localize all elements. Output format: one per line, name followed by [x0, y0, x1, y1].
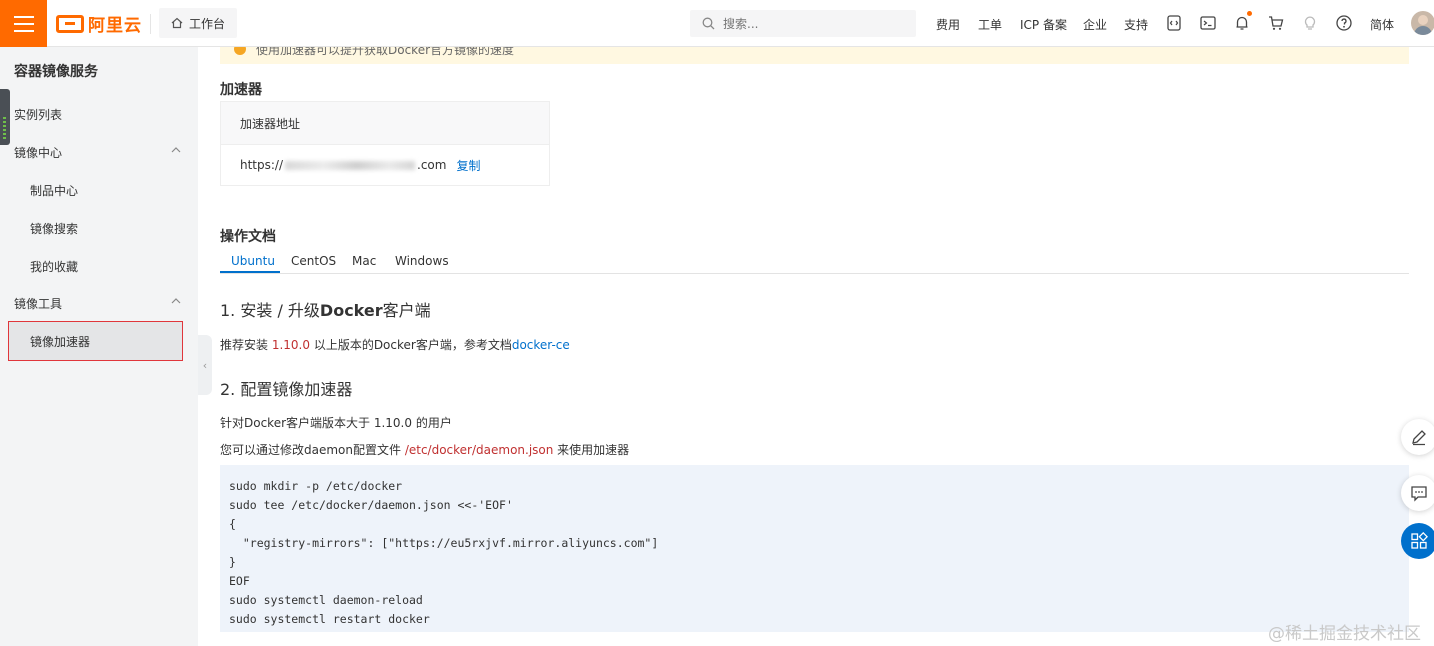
accelerator-address-header: 加速器地址	[240, 116, 301, 131]
notification-dot	[1247, 11, 1252, 16]
code-icon[interactable]	[1165, 14, 1183, 32]
step1-text-before: 推荐安装	[220, 338, 272, 352]
menu-line	[13, 29, 34, 32]
step1-text: 推荐安装 1.10.0 以上版本的Docker客户端，参考文档docker-ce	[220, 336, 570, 353]
chevron-up-icon[interactable]	[171, 296, 181, 306]
sidebar-title: 容器镜像服务	[14, 64, 98, 80]
code-line: sudo mkdir -p /etc/docker	[229, 479, 403, 493]
tab-windows[interactable]: Windows	[395, 254, 449, 268]
nav-enterprise[interactable]: 企业	[1083, 16, 1107, 33]
lightbulb-icon[interactable]	[1301, 14, 1319, 32]
step1-title-suffix: 客户端	[382, 301, 431, 320]
sidebar-item-artifacts[interactable]: 制品中心	[30, 182, 78, 199]
terminal-icon[interactable]	[1199, 14, 1217, 32]
logo-text: 阿里云	[88, 16, 142, 36]
step1-title-prefix: 1. 安装 / 升级	[220, 301, 320, 320]
step1-text-after: 以上版本的Docker客户端，参考文档	[310, 338, 512, 352]
docs-title: 操作文档	[220, 229, 276, 245]
side-panel-handle[interactable]	[0, 89, 10, 145]
hamburger-menu-button[interactable]	[0, 0, 47, 47]
daemon-json-path: /etc/docker/daemon.json	[404, 443, 554, 457]
cart-icon[interactable]	[1267, 14, 1285, 32]
nav-tickets[interactable]: 工单	[978, 16, 1002, 33]
top-bar: 阿里云 工作台 费用 工单 ICP 备案 企业 支持	[0, 0, 1434, 47]
help-icon[interactable]	[1335, 14, 1353, 32]
bell-icon[interactable]	[1233, 14, 1251, 32]
sidebar-item-favorites[interactable]: 我的收藏	[30, 258, 78, 275]
copy-link[interactable]: 复制	[456, 157, 480, 174]
step2-line2-after: 来使用加速器	[553, 443, 630, 457]
search-input[interactable]	[723, 16, 903, 31]
os-tabs: Ubuntu CentOS Mac Windows	[220, 248, 1409, 274]
edit-float-button[interactable]	[1401, 419, 1434, 455]
code-block[interactable]: sudo mkdir -p /etc/docker sudo tee /etc/…	[220, 465, 1409, 632]
accelerator-title: 加速器	[220, 82, 262, 98]
code-line: sudo systemctl daemon-reload	[229, 593, 423, 607]
nav-icp[interactable]: ICP 备案	[1020, 16, 1067, 33]
sidebar-collapse-button[interactable]: ‹	[198, 335, 212, 395]
sidebar-item-image-search[interactable]: 镜像搜索	[30, 220, 78, 237]
sidebar-item-accelerator[interactable]: 镜像加速器	[30, 333, 90, 350]
language-switch[interactable]: 简体	[1370, 16, 1394, 33]
tab-centos[interactable]: CentOS	[291, 254, 336, 268]
nav-support[interactable]: 支持	[1124, 16, 1148, 33]
code-line: EOF	[229, 574, 250, 588]
active-tab-indicator	[220, 271, 280, 273]
search-icon	[702, 17, 715, 30]
menu-line	[13, 15, 34, 18]
feedback-float-button[interactable]	[1401, 475, 1434, 511]
url-prefix: https://	[240, 158, 284, 172]
aliyun-logo[interactable]: 阿里云	[56, 10, 142, 37]
workbench-button[interactable]: 工作台	[159, 8, 237, 38]
code-line: "registry-mirrors": ["https://eu5rxjvf.m…	[229, 536, 659, 550]
aliyun-logo-icon	[56, 14, 84, 33]
redacted-url-part	[285, 161, 416, 170]
sidebar-item-instances[interactable]: 实例列表	[14, 106, 62, 123]
code-line: sudo systemctl restart docker	[229, 612, 430, 626]
divider	[150, 14, 151, 34]
tab-mac[interactable]: Mac	[352, 254, 376, 268]
url-suffix: .com	[417, 158, 447, 172]
chevron-left-icon: ‹	[202, 358, 208, 372]
workbench-label: 工作台	[188, 16, 225, 31]
step2-title: 2. 配置镜像加速器	[220, 380, 353, 399]
accelerator-table-header: 加速器地址	[221, 102, 549, 145]
pencil-icon	[1412, 430, 1426, 446]
sidebar-group-image-tools[interactable]: 镜像工具	[14, 295, 62, 312]
home-icon	[171, 17, 183, 29]
menu-line	[13, 22, 34, 25]
step1-version: 1.10.0	[271, 338, 310, 352]
code-line: sudo tee /etc/docker/daemon.json <<-'EOF…	[229, 498, 513, 512]
accelerator-table: 加速器地址 https:// .com 复制	[220, 101, 550, 186]
nav-billing[interactable]: 费用	[936, 16, 960, 33]
notice-bar: 使用加速器可以提升获取Docker官方镜像的速度	[220, 47, 1409, 64]
sidebar-group-image-center[interactable]: 镜像中心	[14, 144, 62, 161]
accelerator-url[interactable]: https:// .com	[240, 158, 446, 172]
search-box[interactable]	[690, 10, 916, 37]
watermark: @稀土掘金技术社区	[1268, 624, 1421, 644]
step2-line2-before: 您可以通过修改daemon配置文件	[220, 443, 405, 457]
tab-ubuntu[interactable]: Ubuntu	[231, 254, 275, 268]
sidebar: 容器镜像服务 实例列表 镜像中心 制品中心 镜像搜索 我的收藏 镜像工具 镜像加…	[0, 47, 198, 646]
code-line: }	[229, 555, 236, 569]
chevron-up-icon[interactable]	[171, 145, 181, 155]
accelerator-table-row: https:// .com 复制	[221, 145, 549, 185]
step1-title-bold: Docker	[319, 301, 383, 320]
chat-icon	[1411, 486, 1427, 502]
notice-text: 使用加速器可以提升获取Docker官方镜像的速度	[256, 47, 515, 57]
code-line: {	[229, 517, 236, 531]
step1-title: 1. 安装 / 升级Docker客户端	[220, 297, 431, 321]
docker-ce-link[interactable]: docker-ce	[512, 338, 570, 352]
step2-line1: 针对Docker客户端版本大于 1.10.0 的用户	[220, 416, 452, 430]
apps-grid-icon	[1411, 532, 1428, 549]
user-avatar[interactable]	[1411, 11, 1434, 35]
warning-icon	[234, 47, 246, 55]
apps-float-button[interactable]	[1401, 523, 1434, 559]
step2-line2: 您可以通过修改daemon配置文件 /etc/docker/daemon.jso…	[220, 441, 629, 458]
